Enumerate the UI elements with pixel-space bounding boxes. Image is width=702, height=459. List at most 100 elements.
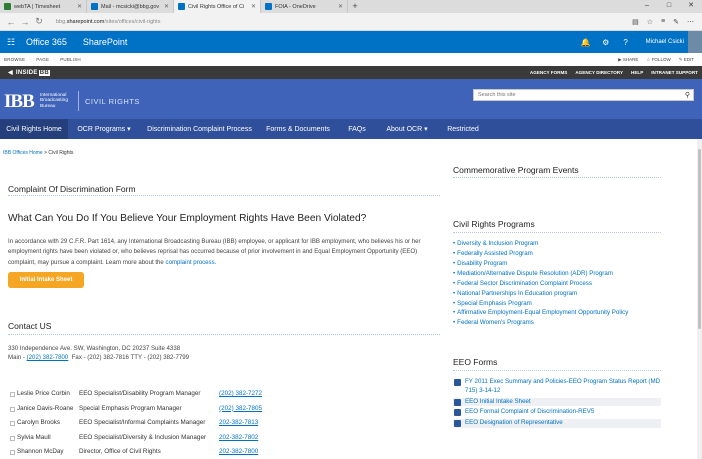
divider xyxy=(453,370,661,371)
notes-icon[interactable]: ✎ xyxy=(673,18,679,26)
minimize-button[interactable]: – xyxy=(636,0,658,13)
url-field[interactable]: bbg.sharepoint.com/sites/offices/civil-r… xyxy=(56,19,632,25)
edit-button[interactable]: ✎ EDIT xyxy=(679,57,694,63)
app-launcher-icon[interactable]: ☷ xyxy=(0,31,22,53)
ibb-logo[interactable]: IBB xyxy=(4,91,35,113)
browser-tab[interactable]: webTA | Timesheet ✕ xyxy=(0,0,87,13)
list-item[interactable]: FY 2011 Exec Summary and Policies-EEO Pr… xyxy=(453,378,661,396)
browser-tab[interactable]: Civil Rights Office of Ci ✕ xyxy=(174,0,261,13)
sharepoint-title[interactable]: SharePoint xyxy=(83,37,128,47)
inside-logo[interactable]: ◀ INSIDE BB xyxy=(8,69,51,76)
follow-button[interactable]: ☆ FOLLOW xyxy=(646,57,670,63)
table-row: Carolyn Brooks EEO Specialist/Informal Co… xyxy=(8,419,438,434)
row-checkbox[interactable] xyxy=(10,435,15,441)
list-item[interactable]: • National Partnerships In Education prog… xyxy=(453,289,628,299)
eeo-forms-list: FY 2011 Exec Summary and Policies-EEO Pr… xyxy=(453,378,661,430)
row-checkbox[interactable] xyxy=(10,392,15,397)
nav-discrimination-complaint-process[interactable]: Discrimination Complaint Process xyxy=(140,119,259,139)
site-title[interactable]: CIVIL RIGHTS xyxy=(85,97,140,106)
bullet-icon: • xyxy=(453,269,456,277)
ribbon-tab-page[interactable]: PAGE xyxy=(36,57,49,62)
divider xyxy=(8,195,440,196)
list-item[interactable]: EEO Formal Complaint of Discrimination-R… xyxy=(453,408,661,417)
ribbon-tab-browse[interactable]: BROWSE xyxy=(4,57,25,62)
window-controls: – □ ✕ xyxy=(636,0,702,13)
staff-phone-link[interactable]: (202) 382-7272 xyxy=(219,390,262,397)
notification-bell-icon[interactable]: 🔔 xyxy=(576,38,596,47)
list-item[interactable]: • Diversity & Inclusion Program xyxy=(453,239,628,249)
agency-forms-link[interactable]: AGENCY FORMS xyxy=(530,70,567,75)
list-item[interactable]: • Federal Sector Discrimination Complaint… xyxy=(453,279,628,289)
staff-phone-link[interactable]: (202) 382-7805 xyxy=(219,405,262,412)
reading-view-icon[interactable]: ▤ xyxy=(632,18,639,26)
initial-intake-sheet-button[interactable]: Initial Intake Sheet xyxy=(8,272,84,288)
programs-list: • Diversity & Inclusion Program • Federally… xyxy=(453,239,628,328)
breadcrumb-root-link[interactable]: IBB Offices Home xyxy=(3,150,43,156)
browser-tab[interactable]: Mail - mcsicki@bbg.gov ✕ xyxy=(87,0,174,13)
row-checkbox[interactable] xyxy=(10,421,15,426)
nav-faqs[interactable]: FAQs xyxy=(337,119,377,139)
nav-ocr-programs[interactable]: OCR Programs ▾ xyxy=(68,119,140,139)
tab-close-icon[interactable]: ✕ xyxy=(164,3,169,10)
complaint-process-link[interactable]: complaint process. xyxy=(166,259,217,266)
list-item[interactable]: EEO Designation of Representative xyxy=(453,419,661,428)
scrollbar-thumb[interactable] xyxy=(698,149,701,329)
list-item[interactable]: EEO Initial Intake Sheet xyxy=(453,397,661,407)
word-document-icon xyxy=(454,420,461,428)
new-tab-button[interactable]: + xyxy=(348,0,362,13)
avatar[interactable] xyxy=(688,31,702,53)
maximize-button[interactable]: □ xyxy=(658,0,680,13)
share-button[interactable]: ▶ SHARE xyxy=(618,57,638,63)
nav-forms-documents[interactable]: Forms & Documents xyxy=(259,119,337,139)
help-icon[interactable]: ? xyxy=(616,38,636,47)
row-checkbox[interactable] xyxy=(10,450,15,455)
office365-title[interactable]: Office 365 xyxy=(26,37,67,47)
list-item[interactable]: • Federal Women's Programs xyxy=(453,318,628,328)
tab-label: FOIA - OneDrive xyxy=(275,3,316,10)
bullet-icon: • xyxy=(453,240,456,247)
events-heading: Commemorative Program Events xyxy=(453,165,579,175)
refresh-icon[interactable]: ↻ xyxy=(32,16,46,27)
tab-close-icon[interactable]: ✕ xyxy=(338,3,343,10)
main-phone-link[interactable]: (202) 382-7800 xyxy=(27,354,69,361)
settings-gear-icon[interactable]: ⚙ xyxy=(596,38,616,47)
favorite-star-icon[interactable]: ☆ xyxy=(647,18,653,26)
staff-phone-link[interactable]: 202-382-7813 xyxy=(219,419,258,426)
forward-icon[interactable]: → xyxy=(18,17,32,27)
nav-restricted[interactable]: Restricted xyxy=(437,119,489,139)
staff-phone-link[interactable]: 202-382-7802 xyxy=(219,434,258,441)
ibb-logo-subtitle: International Broadcasting Bureau xyxy=(40,93,68,109)
tab-close-icon[interactable]: ✕ xyxy=(77,3,82,10)
staff-name: Janice Davis-Roane xyxy=(17,404,74,412)
help-link[interactable]: HELP xyxy=(631,70,643,75)
user-name[interactable]: Michael Csicki xyxy=(646,39,684,45)
list-item[interactable]: • Federally Assisted Program xyxy=(453,249,628,259)
list-item[interactable]: • Affirmative Employment-Equal Employment… xyxy=(453,308,628,318)
nav-civil-rights-home[interactable]: Civil Rights Home xyxy=(0,119,68,139)
nav-about-ocr[interactable]: About OCR ▾ xyxy=(377,119,437,139)
search-icon[interactable]: ⚲ xyxy=(685,91,690,99)
contact-address: 330 Independence Ave. SW, Washington, DC… xyxy=(8,345,190,361)
page-scrollbar[interactable] xyxy=(697,139,702,459)
bullet-icon: • xyxy=(453,279,456,287)
intranet-support-link[interactable]: INTRANET SUPPORT xyxy=(651,70,698,75)
list-item[interactable]: • Special Emphasis Program xyxy=(453,299,628,309)
office365-suite-bar: ☷ Office 365 SharePoint 🔔 ⚙ ? Michael Cs… xyxy=(0,31,702,53)
staff-phone-link[interactable]: 202-382-7800 xyxy=(219,448,258,455)
search-input[interactable]: Search this site ⚲ xyxy=(473,89,694,101)
tab-close-icon[interactable]: ✕ xyxy=(251,3,256,10)
list-item[interactable]: • Mediation/Alternative Dispute Resolutio… xyxy=(453,269,628,279)
eeo-forms-heading: EEO Forms xyxy=(453,357,498,367)
staff-title: EEO Specialist/Diversity & Inclusion Man… xyxy=(79,433,207,441)
row-checkbox[interactable] xyxy=(10,406,15,412)
list-item[interactable]: • Disability Program xyxy=(453,259,628,269)
hub-icon[interactable]: ≡ xyxy=(661,18,665,26)
close-window-button[interactable]: ✕ xyxy=(680,0,702,13)
divider xyxy=(453,177,661,178)
more-icon[interactable]: ⋯ xyxy=(687,18,694,26)
agency-directory-link[interactable]: AGENCY DIRECTORY xyxy=(575,70,623,75)
browser-tab[interactable]: FOIA - OneDrive ✕ xyxy=(261,0,348,13)
back-icon[interactable]: ← xyxy=(4,17,18,27)
ribbon-tab-publish[interactable]: PUBLISH xyxy=(60,57,81,62)
tab-favicon-icon xyxy=(91,3,98,10)
